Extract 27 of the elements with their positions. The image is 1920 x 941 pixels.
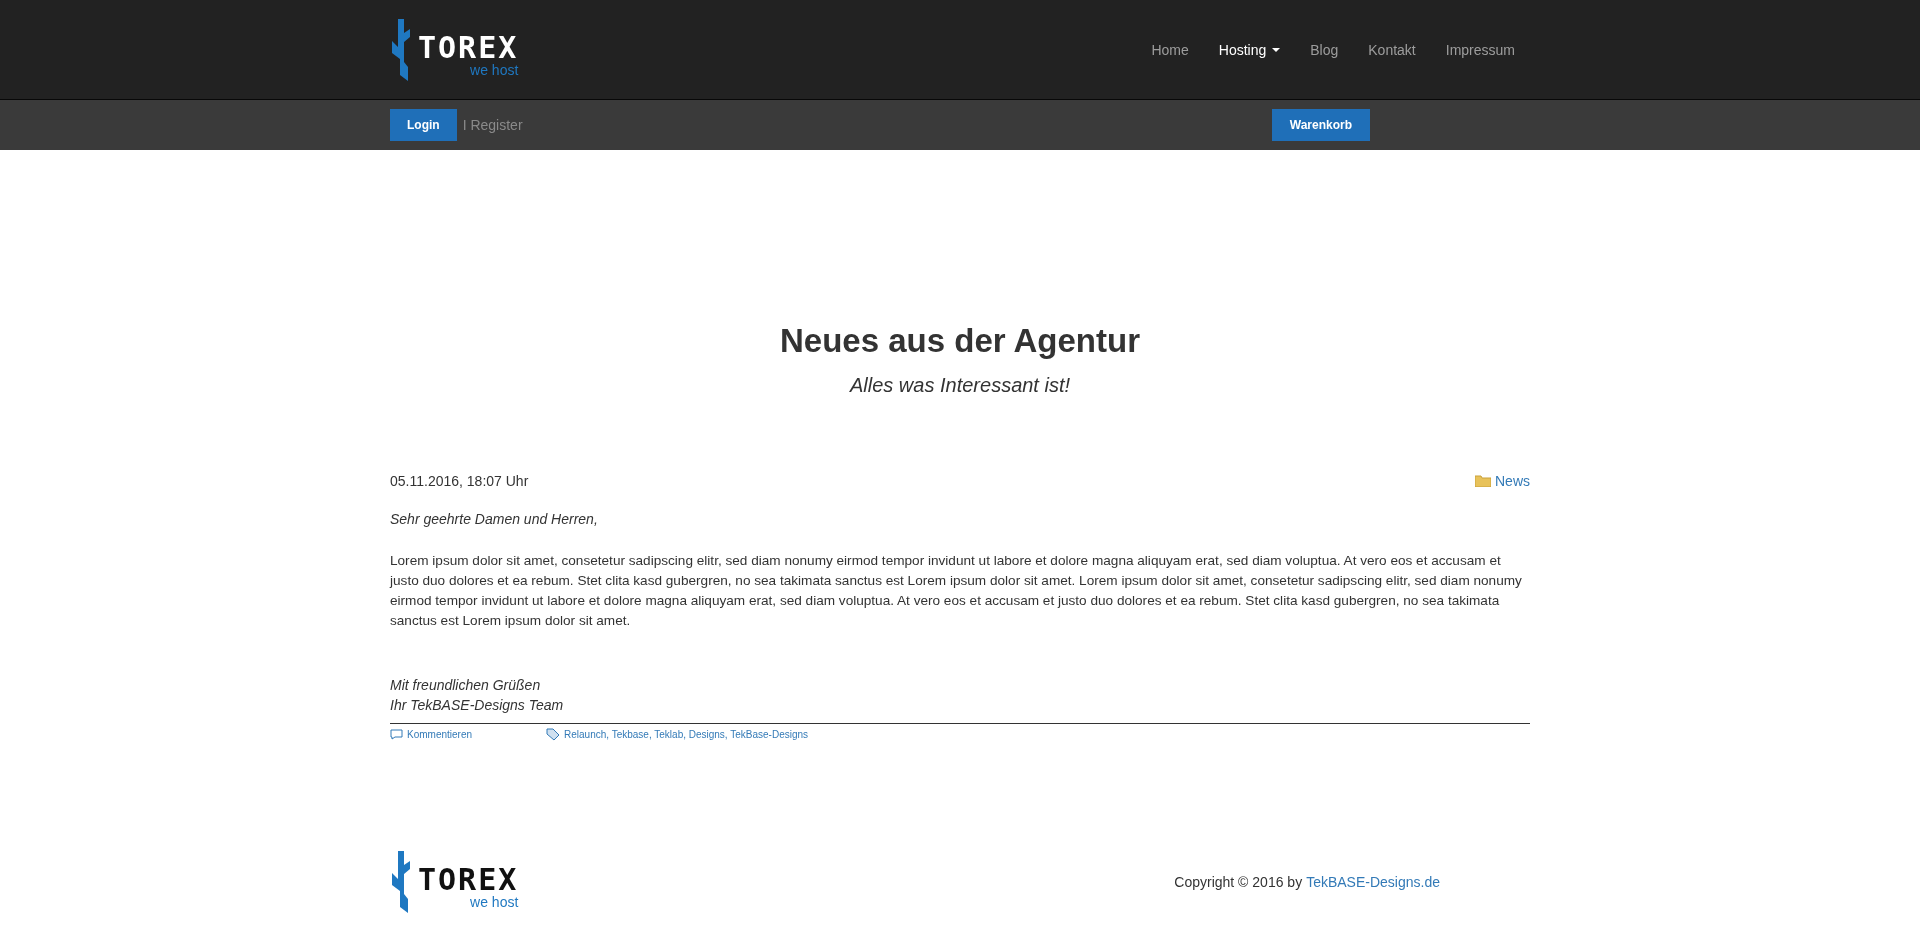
nav-link[interactable]: Blog [1295, 31, 1354, 68]
logo-wordmark: TOREX [418, 865, 519, 895]
post-closing: Ihr TekBASE-Designs Team [390, 696, 565, 715]
cart-button[interactable]: Warenkorb [1271, 109, 1370, 141]
nav-link[interactable]: Kontakt [1353, 31, 1431, 68]
nav-link[interactable]: Impressum [1430, 31, 1530, 68]
page-subtitle: Alles was Interessant ist! [848, 374, 1072, 397]
register-link[interactable]: I Register [462, 117, 523, 133]
tag-icon [546, 728, 561, 741]
page-title: Neues aus der Agentur [778, 322, 1141, 360]
comment-icon [390, 729, 403, 740]
login-button[interactable]: Login [390, 109, 457, 141]
nav-link[interactable]: Home [1136, 31, 1204, 68]
logo-wordmark: TOREX [418, 32, 519, 63]
tags-link[interactable]: Relaunch, Tekbase, Teklab, Designs, TekBase-Designs [564, 729, 809, 740]
nav-link[interactable]: Hosting [1203, 31, 1296, 68]
comment-link[interactable]: Kommentieren [407, 729, 473, 740]
copyright-link[interactable]: TekBASE-Designs.de [1306, 874, 1440, 890]
post-date: 05.11.2016, 18:07 Uhr [390, 473, 529, 489]
post-greeting: Sehr geehrte Damen und Herren, [390, 511, 599, 527]
category-link[interactable]: News [1495, 473, 1530, 489]
logo-tagline: we host [470, 62, 519, 77]
post-body: Lorem ipsum dolor sit amet, consetetur sadipscing elitr, sed diam nonumy eirmod tempor invidunt ut labore et dolore magna aliquyam erat, sed diam voluptua. At vero eos et accusam et justo duo dolores et ea rebum. Stet clita kasd gubergren, no sea takimata sanctus est Lorem ipsum dolor sit amet. Lorem ipsum dolor sit amet, consetetur sadipscing elitr, sed diam nonumy eirmod tempor invidunt ut labore et dolore magna aliquyam erat, sed diam voluptua. At vero eos et accusam et justo duo dolores et ea rebum. Stet clita kasd gubergren, no sea takimata sanctus est Lorem ipsum dolor sit amet. [390, 552, 1523, 630]
post-closing: Mit freundlichen Grüßen [390, 676, 542, 695]
logo-tagline: we host [470, 895, 519, 909]
folder-icon [1475, 475, 1491, 487]
copyright-text: Copyright © 2016 by [1174, 874, 1303, 890]
